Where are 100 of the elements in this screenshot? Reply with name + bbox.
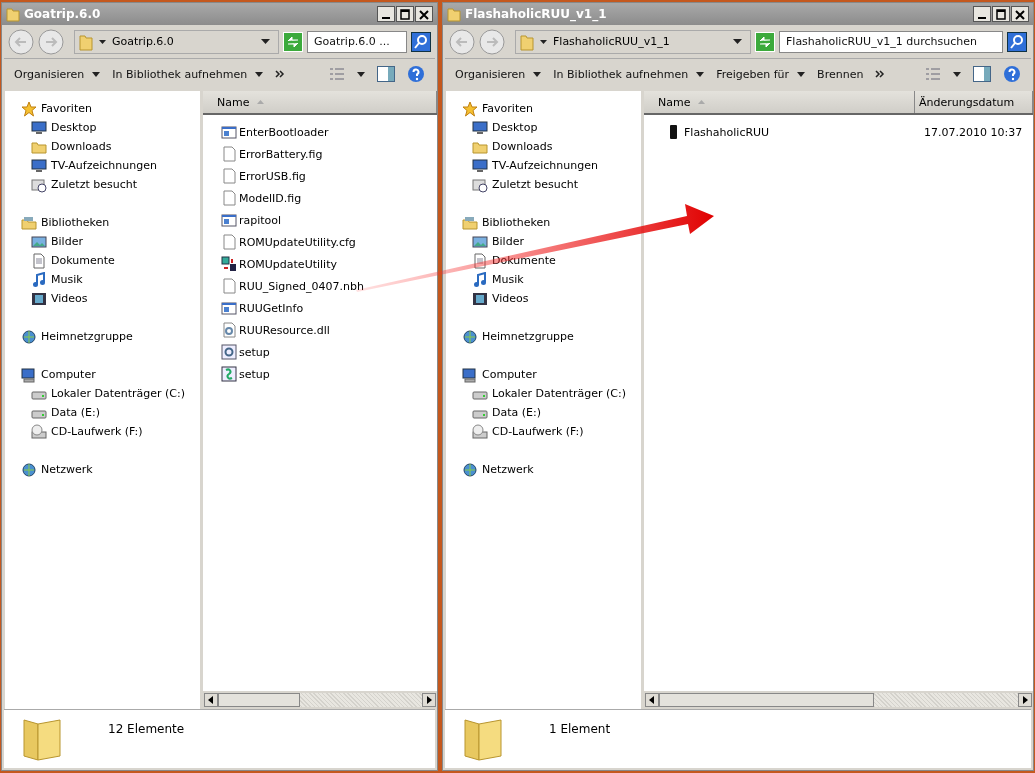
column-header[interactable]: Name [203,91,437,113]
close-button[interactable] [415,6,433,22]
dropdown-caret-icon[interactable] [733,39,742,44]
refresh-button[interactable] [283,31,303,52]
date-cell-text: 17.07.2010 10:37 [923,125,1023,139]
toolbar-button[interactable]: Freigeben für [716,65,806,83]
help-icon[interactable] [1003,65,1021,83]
nav-item[interactable]: Data (E:) [5,403,200,422]
minimize-icon [978,17,986,19]
item-count: 1 Element [549,722,611,736]
file-item[interactable]: EnterBootloader [203,124,437,140]
document-icon [31,252,47,269]
file-item[interactable]: ErrorUSB.fig [203,168,437,184]
nav-item[interactable]: Lokaler Datenträger (C:) [446,384,641,403]
toolbar-button[interactable]: Organisieren [455,65,542,83]
scroll-thumb[interactable] [218,693,300,707]
nav-item[interactable]: Favoriten [446,99,641,118]
maximize-button[interactable] [992,6,1010,22]
file-item[interactable]: RUUResource.dll [203,322,437,338]
more-chevron-icon[interactable] [875,70,886,78]
search-field[interactable]: Goatrip.6.0 ... [307,30,407,53]
caret-icon [797,71,806,77]
scroll-thumb[interactable] [659,693,875,707]
file-item[interactable]: FlashaholicRUU [644,124,916,140]
address-bar[interactable]: FlashaholicRUU_v1_1 [515,29,751,54]
dropdown-caret-icon[interactable] [261,39,270,44]
file-item[interactable]: RUUGetInfo [203,300,437,316]
nav-item[interactable]: Bilder [446,232,641,251]
file-item[interactable]: ModelID.fig [203,190,437,206]
nav-item[interactable]: Videos [446,289,641,308]
program-window-icon [221,124,237,140]
scroll-left-icon[interactable] [645,693,659,707]
file-item[interactable]: rapitool [203,212,437,228]
nav-item[interactable]: Videos [5,289,200,308]
program-icon [221,256,237,272]
file-item[interactable]: ErrorBattery.fig [203,146,437,162]
refresh-button[interactable] [755,31,775,52]
nav-item[interactable]: Heimnetzgruppe [446,327,641,346]
nav-item[interactable]: Favoriten [5,99,200,118]
nav-item[interactable]: Desktop [446,118,641,137]
file-item[interactable]: ROMUpdateUtility [203,256,437,272]
maximize-button[interactable] [396,6,414,22]
nav-item[interactable]: Bilder [5,232,200,251]
toolbar-button[interactable]: Organisieren [14,65,101,83]
scroll-right-icon[interactable] [422,693,436,707]
computer-icon [462,366,478,383]
minimize-button[interactable] [377,6,395,22]
nav-item[interactable]: Netzwerk [5,460,200,479]
minimize-button[interactable] [973,6,991,22]
blank-page-icon [221,168,237,184]
file-item[interactable]: RUU_Signed_0407.nbh [203,278,437,294]
scroll-right-icon[interactable] [1018,693,1032,707]
toolbar-button[interactable]: In Bibliothek aufnehmen [112,65,264,83]
nav-item[interactable]: Musik [5,270,200,289]
nav-item[interactable]: Zuletzt besucht [5,175,200,194]
preview-pane-icon[interactable] [973,66,991,82]
search-field[interactable]: FlashaholicRUU_v1_1 durchsuchen [779,30,1003,53]
file-item[interactable]: setup [203,366,437,382]
address-bar[interactable]: Goatrip.6.0 [74,29,279,54]
toolbar-button[interactable]: In Bibliothek aufnehmen [553,65,705,83]
scroll-left-icon[interactable] [204,693,218,707]
close-button[interactable] [1011,6,1029,22]
horizontal-scrollbar[interactable] [203,691,437,709]
nav-item[interactable]: Computer [5,365,200,384]
caret-icon [92,71,101,77]
column-header[interactable]: Name [644,91,915,113]
toolbar-button[interactable]: Brennen [817,65,864,83]
search-button[interactable] [1007,31,1027,52]
file-item[interactable]: ROMUpdateUtility.cfg [203,234,437,250]
item-count: 12 Elemente [108,722,185,736]
preview-pane-icon[interactable] [377,66,395,82]
caret-icon[interactable] [953,71,961,77]
picture-icon [472,233,488,250]
help-icon[interactable] [407,65,425,83]
column-header[interactable]: Änderungsdatum [915,91,1033,113]
nav-item[interactable]: Desktop [5,118,200,137]
caret-icon[interactable] [357,71,365,77]
nav-item[interactable]: CD-Laufwerk (F:) [5,422,200,441]
nav-item[interactable]: Musik [446,270,641,289]
nav-item[interactable]: Netzwerk [446,460,641,479]
nav-item[interactable]: Lokaler Datenträger (C:) [5,384,200,403]
nav-item[interactable]: Computer [446,365,641,384]
network-globe-icon [462,328,478,345]
nav-item[interactable]: Bibliotheken [446,213,641,232]
nav-item[interactable]: Heimnetzgruppe [5,327,200,346]
nav-item[interactable]: Bibliotheken [5,213,200,232]
nav-item[interactable]: CD-Laufwerk (F:) [446,422,641,441]
file-item[interactable]: setup [203,344,437,360]
nav-item[interactable]: Dokumente [5,251,200,270]
nav-item[interactable]: TV-Aufzeichnungen [446,156,641,175]
more-chevron-icon[interactable] [275,70,286,78]
nav-item[interactable]: TV-Aufzeichnungen [5,156,200,175]
nav-item[interactable]: Downloads [446,137,641,156]
horizontal-scrollbar[interactable] [644,691,1033,709]
nav-item[interactable]: Zuletzt besucht [446,175,641,194]
nav-item[interactable]: Data (E:) [446,403,641,422]
monitor-icon [472,157,488,174]
monitor-icon [472,119,488,136]
nav-item[interactable]: Downloads [5,137,200,156]
search-button[interactable] [411,31,431,52]
